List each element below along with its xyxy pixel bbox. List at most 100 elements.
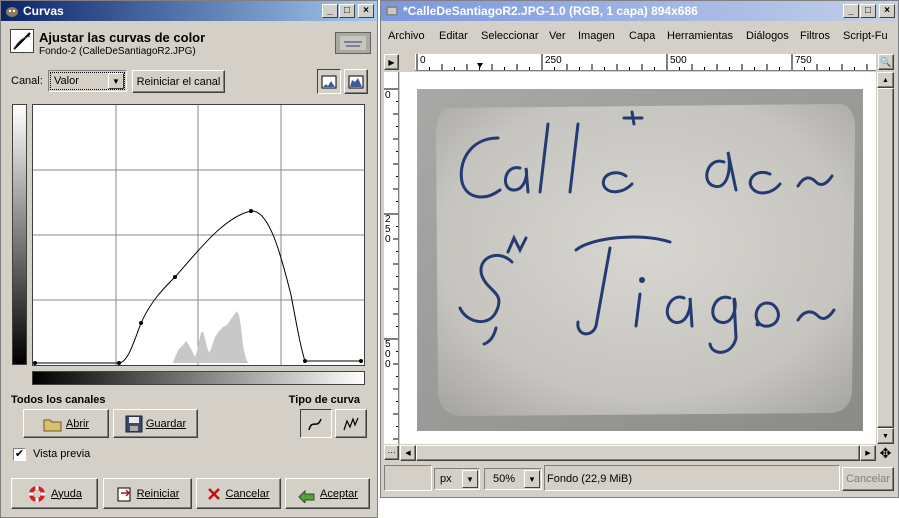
log-histogram-button[interactable] (344, 69, 368, 94)
image-maximize-icon[interactable]: □ (860, 4, 876, 18)
image-close-icon[interactable]: × (879, 4, 895, 18)
unit-select[interactable]: px ▼ (434, 468, 480, 490)
gimp-image-icon (385, 4, 399, 18)
layer-thumbnail (335, 32, 371, 54)
menu-script-fu[interactable]: Script-Fu (843, 30, 888, 42)
smooth-curve-icon (308, 418, 322, 430)
curve-grid (33, 105, 364, 365)
histogram (173, 311, 249, 363)
cancel-x-icon (208, 487, 221, 500)
unit-dropdown-arrow-icon: ▼ (462, 470, 478, 488)
menu-seleccionar[interactable]: Seleccionar (481, 30, 538, 42)
linear-histogram-button[interactable] (317, 69, 341, 94)
ruler-v-500: 500 (385, 339, 391, 370)
log-histogram-icon (348, 75, 364, 88)
image-minimize-icon[interactable]: _ (843, 4, 859, 18)
vertical-gradient-bar (12, 104, 27, 365)
open-label: Abrir (65, 417, 90, 430)
horizontal-ruler: 0 250 500 750 (415, 54, 876, 71)
reset-channel-button[interactable]: Reiniciar el canal (132, 70, 225, 93)
reset-icon (117, 487, 131, 501)
scroll-up-icon[interactable]: ▲ (877, 72, 894, 88)
ruler-h-250: 250 (545, 55, 562, 66)
menu-archivo[interactable]: Archivo (388, 30, 425, 42)
scroll-down-icon[interactable]: ▼ (877, 428, 894, 444)
close-icon[interactable]: × (358, 4, 374, 18)
sign-photo (417, 89, 863, 431)
ruler-v-250: 250 (385, 214, 391, 245)
curves-titlebar[interactable]: Curvas _ □ × (1, 1, 377, 21)
menu-herramientas[interactable]: Herramientas (667, 30, 733, 42)
curves-title: Curvas (23, 4, 64, 18)
scroll-right-icon[interactable]: ▶ (860, 445, 876, 461)
ruler-v-0: 0 (385, 90, 391, 101)
image-menu-button[interactable]: ▶ (384, 54, 399, 70)
vertical-scrollbar[interactable]: ▲ ▼ (877, 72, 894, 444)
preview-checkbox[interactable]: ✔ (13, 448, 26, 461)
image-window: *CalleDeSantiagoR2.JPG-1.0 (RGB, 1 capa)… (380, 0, 899, 498)
minimize-icon[interactable]: _ (322, 4, 338, 18)
accept-label: Aceptar (320, 487, 358, 500)
ruler-h-500: 500 (670, 55, 687, 66)
status-area: Fondo (22,9 MiB) (544, 465, 840, 491)
quick-mask-button[interactable]: ⋯ (384, 445, 399, 460)
save-label: Guardar (145, 417, 187, 430)
reset-channel-label: Reiniciar el canal (136, 75, 221, 88)
vertical-scroll-thumb[interactable] (877, 88, 894, 428)
curves-heading: Ajustar las curvas de color (39, 30, 206, 45)
maximize-icon[interactable]: □ (339, 4, 355, 18)
curve-type-label: Tipo de curva (288, 394, 360, 406)
floppy-icon (125, 415, 143, 432)
status-cancel-button[interactable]: Cancelar (842, 467, 894, 491)
reset-button[interactable]: Reiniciar (103, 478, 192, 509)
zoom-dropdown-arrow-icon: ▼ (524, 470, 540, 488)
ruler-h-0: 0 (420, 55, 426, 66)
accept-arrow-icon (298, 489, 315, 503)
image-canvas[interactable] (400, 72, 876, 444)
horizontal-gradient-bar (32, 371, 365, 385)
curve-graph[interactable] (32, 104, 365, 366)
freehand-curve-icon (343, 416, 359, 430)
cancel-button[interactable]: Cancelar (196, 478, 281, 509)
zoom-value: 50% (493, 473, 516, 485)
channel-select[interactable]: Valor ▼ (48, 70, 127, 92)
reset-label: Reiniciar (136, 487, 180, 500)
image-title: *CalleDeSantiagoR2.JPG-1.0 (RGB, 1 capa)… (403, 4, 698, 18)
navigate-icon[interactable]: ✥ (877, 445, 894, 461)
horizontal-scroll-thumb[interactable] (416, 445, 860, 461)
smooth-curve-button[interactable] (300, 409, 332, 438)
ruler-h-750: 750 (795, 55, 812, 66)
all-channels-label: Todos los canales (11, 394, 106, 406)
cancel-label: Cancelar (225, 487, 270, 500)
menu-ver[interactable]: Ver (549, 30, 566, 42)
menu-imagen[interactable]: Imagen (578, 30, 615, 42)
curves-tool-icon (10, 29, 34, 53)
zoom-select[interactable]: 50% ▼ (484, 468, 542, 490)
freehand-curve-button[interactable] (335, 409, 367, 438)
gimp-icon (5, 4, 19, 18)
unit-value: px (440, 473, 452, 485)
curves-dialog: Curvas _ □ × Ajustar las curvas de color… (0, 0, 378, 518)
status-cancel-label: Cancelar (845, 473, 891, 485)
preview-label: Vista previa (33, 448, 91, 460)
open-button[interactable]: Abrir (23, 409, 109, 438)
menu-editar[interactable]: Editar (439, 30, 468, 42)
save-button[interactable]: Guardar (113, 409, 198, 438)
menu-filtros[interactable]: Filtros (800, 30, 830, 42)
menu-capa[interactable]: Capa (629, 30, 655, 42)
curves-subheading: Fondo-2 (CalleDeSantiagoR2.JPG) (39, 46, 196, 57)
accept-button[interactable]: Aceptar (285, 478, 370, 509)
lifebuoy-icon (29, 485, 45, 502)
zoom-fit-button[interactable]: 🔍 (878, 54, 894, 70)
menu-dialogos[interactable]: Diálogos (746, 30, 789, 42)
folder-icon (43, 419, 62, 431)
pointer-coords (384, 465, 432, 491)
channel-label: Canal: (11, 75, 43, 87)
scroll-left-icon[interactable]: ◀ (400, 445, 416, 461)
status-text: Fondo (22,9 MiB) (547, 473, 632, 485)
linear-histogram-icon (321, 75, 337, 88)
horizontal-scrollbar[interactable]: ◀ ▶ (400, 445, 876, 461)
help-button[interactable]: Ayuda (11, 478, 98, 509)
vertical-ruler: 0 250 500 (384, 72, 399, 444)
image-titlebar[interactable]: *CalleDeSantiagoR2.JPG-1.0 (RGB, 1 capa)… (381, 1, 898, 21)
